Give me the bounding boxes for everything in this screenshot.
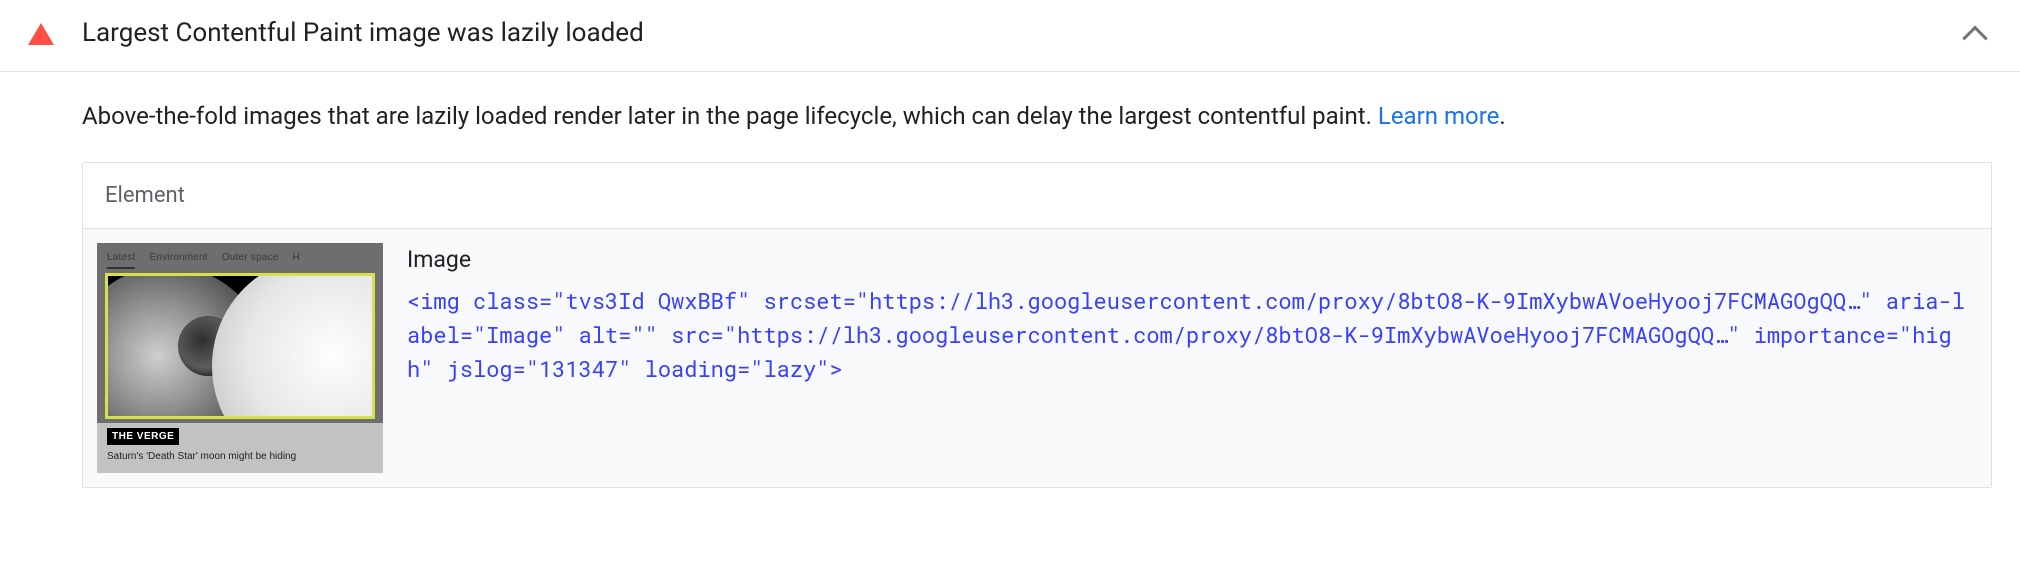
period: . (1499, 102, 1505, 130)
audit-body: Above-the-fold images that are lazily lo… (0, 72, 2020, 498)
thumb-tab: Environment (149, 250, 207, 269)
element-code-snippet: <img class="tvs3Id QwxBBf" srcset="https… (407, 284, 1971, 386)
chevron-up-icon (1962, 25, 1987, 50)
audit-description-text: Above-the-fold images that are lazily lo… (82, 102, 1378, 130)
audit-title: Largest Contentful Paint image was lazil… (82, 14, 1966, 53)
audit-header[interactable]: Largest Contentful Paint image was lazil… (0, 0, 2020, 71)
thumbnail-image-highlight (105, 273, 375, 419)
thumbnail-headline: Saturn's 'Death Star' moon might be hidi… (107, 451, 296, 462)
element-cell: Image <img class="tvs3Id QwxBBf" srcset=… (407, 243, 1971, 386)
thumb-tab: H (292, 250, 299, 269)
table-header: Element (83, 163, 1991, 229)
fail-triangle-icon (28, 23, 54, 45)
thumbnail-tabs: Latest Environment Outer space H (107, 250, 373, 269)
element-thumbnail: Latest Environment Outer space H THE VER… (97, 243, 383, 473)
thumb-tab: Latest (107, 250, 135, 269)
element-label: Image (407, 243, 1971, 278)
thumbnail-source-badge: THE VERGE (107, 428, 179, 445)
thumbnail-caption: THE VERGE Saturn's 'Death Star' moon mig… (97, 423, 383, 473)
element-table: Element Latest Environment Outer space H (82, 162, 1992, 488)
audit-description: Above-the-fold images that are lazily lo… (82, 98, 1992, 134)
table-row: Latest Environment Outer space H THE VER… (83, 229, 1991, 487)
learn-more-link[interactable]: Learn more (1378, 102, 1499, 130)
thumb-tab: Outer space (222, 250, 279, 269)
